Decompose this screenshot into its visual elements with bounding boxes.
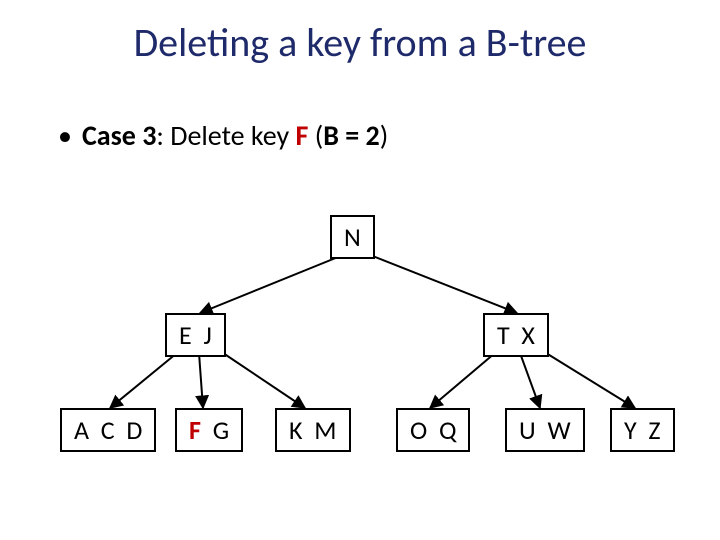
- node-leaf-6: Y Z: [610, 408, 675, 452]
- slide-title: Deleting a key from a B-tree: [0, 18, 720, 67]
- node-leaf-2: F G: [175, 408, 243, 452]
- b-equals: B = 2: [323, 118, 380, 153]
- node-leaf-1: A C D: [60, 408, 156, 452]
- bullet-dot-icon: •: [58, 118, 72, 153]
- case-mid: : Delete key: [156, 118, 295, 153]
- node-mid-left: E J: [165, 313, 226, 357]
- node-mid-right: T X: [483, 313, 549, 357]
- node-leaf-3: K M: [275, 408, 351, 452]
- bullet-case-3: • Case 3: Delete key F (B = 2): [58, 118, 388, 153]
- node-leaf-4: O Q: [396, 408, 470, 452]
- tree-edges: [0, 0, 720, 540]
- delete-key: F: [296, 118, 309, 153]
- case-label: Case 3: [82, 118, 156, 153]
- node-root: N: [330, 215, 375, 259]
- paren-open: (: [308, 118, 323, 153]
- node-leaf-5: U W: [505, 408, 585, 452]
- paren-close: ): [380, 118, 389, 153]
- leaf2-rest: G: [201, 414, 229, 446]
- leaf2-key-f: F: [189, 414, 201, 446]
